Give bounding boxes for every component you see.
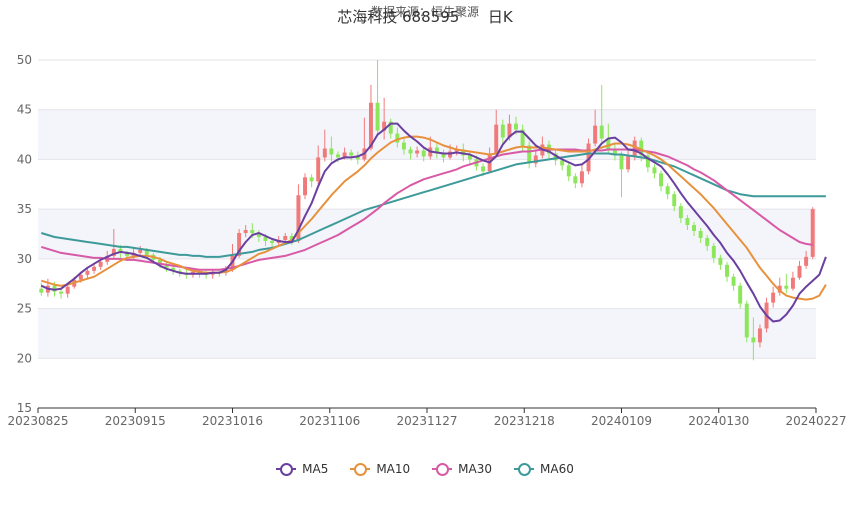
candle-body <box>744 303 749 338</box>
y-tick-label: 35 <box>17 202 32 216</box>
candle-body <box>349 152 354 156</box>
candle-body <box>138 249 143 253</box>
legend-item-ma5[interactable]: MA5 <box>276 462 328 476</box>
x-tick-label: 20240227 <box>785 414 846 428</box>
candle-body <box>790 277 795 289</box>
x-tick-label: 20230915 <box>105 414 166 428</box>
legend-item-ma10[interactable]: MA10 <box>350 462 410 476</box>
candle-body <box>652 167 657 174</box>
candle-body <box>494 124 499 155</box>
candle-body <box>784 285 789 289</box>
candle-body <box>738 285 743 304</box>
x-tick-label: 20240130 <box>688 414 749 428</box>
candle-body <box>573 176 578 184</box>
legend-swatch-icon <box>350 462 371 476</box>
candle-body <box>619 154 624 170</box>
candle-body <box>672 194 677 207</box>
candle-body <box>336 154 340 158</box>
x-tick-label: 20231127 <box>396 414 457 428</box>
candle-body <box>85 270 90 275</box>
x-tick-label: 20231106 <box>299 414 360 428</box>
legend-label: MA60 <box>540 462 574 476</box>
candle-body <box>560 160 565 166</box>
y-tick-label: 40 <box>17 152 32 166</box>
candle-body <box>322 148 327 158</box>
candle-body <box>98 261 103 267</box>
y-tick-label: 20 <box>17 351 32 365</box>
candle-body <box>250 230 255 234</box>
candle-body <box>659 173 664 187</box>
grid-band <box>38 109 816 160</box>
candle-body <box>685 218 690 226</box>
candle-body <box>421 150 426 157</box>
candle-body <box>415 150 420 154</box>
candle-body <box>771 292 776 303</box>
x-tick-label: 20240109 <box>591 414 652 428</box>
candle-body <box>705 237 710 246</box>
candle-body <box>375 102 380 131</box>
candle-body <box>718 257 723 265</box>
candle-body <box>401 142 406 150</box>
candle-body <box>481 166 486 172</box>
candle-body <box>500 124 505 138</box>
candle-body <box>59 291 64 294</box>
candle-body <box>309 177 314 182</box>
candle-body <box>39 288 44 293</box>
x-tick-label: 20231218 <box>494 414 555 428</box>
candle-body <box>599 125 604 139</box>
legend-item-ma30[interactable]: MA30 <box>432 462 492 476</box>
candle-body <box>751 337 756 343</box>
candle-body <box>78 274 83 280</box>
legend-swatch-icon <box>514 462 535 476</box>
grid-band <box>38 308 816 359</box>
candle-body <box>303 177 308 196</box>
candle-body <box>725 264 729 277</box>
y-tick-label: 15 <box>17 401 32 415</box>
candle-body <box>566 165 571 177</box>
candle-body <box>514 123 518 130</box>
legend-item-ma60[interactable]: MA60 <box>514 462 574 476</box>
candle-body <box>408 149 413 154</box>
y-tick-label: 25 <box>17 302 32 316</box>
y-tick-label: 50 <box>17 53 32 67</box>
candle-body <box>243 230 248 234</box>
y-tick-label: 45 <box>17 103 32 117</box>
candle-body <box>698 231 703 238</box>
candle-body <box>678 206 683 219</box>
y-tick-label: 30 <box>17 252 32 266</box>
candle-body <box>797 265 802 278</box>
candlestick-chart: 15 20 25 30 35 40 45 50 20230825 20230915 20231016… <box>7 53 846 428</box>
candle-body <box>283 235 288 240</box>
candle-body <box>632 140 637 157</box>
legend-label: MA30 <box>458 462 493 476</box>
x-tick-label: 20230825 <box>7 414 68 428</box>
candle-body <box>329 148 334 155</box>
candle-body <box>579 171 584 184</box>
candle-body <box>731 276 736 286</box>
legend-label: MA5 <box>302 462 329 476</box>
candle-body <box>626 156 631 170</box>
legend-label: MA10 <box>376 462 411 476</box>
legend-swatch-icon <box>432 462 453 476</box>
x-tick-label: 20231016 <box>202 414 263 428</box>
candle-body <box>711 245 716 258</box>
candle-body <box>92 266 97 271</box>
candle-body <box>270 240 275 243</box>
candle-body <box>65 286 70 294</box>
candle-body <box>316 157 321 182</box>
candle-body <box>757 328 762 343</box>
candle-body <box>810 209 815 257</box>
candle-body <box>665 186 670 195</box>
candle-body <box>692 225 697 232</box>
candle-body <box>593 125 598 144</box>
legend-swatch-icon <box>276 462 297 476</box>
candle-body <box>804 256 809 266</box>
legend: MA5 MA10 MA30 MA60 <box>0 462 850 476</box>
